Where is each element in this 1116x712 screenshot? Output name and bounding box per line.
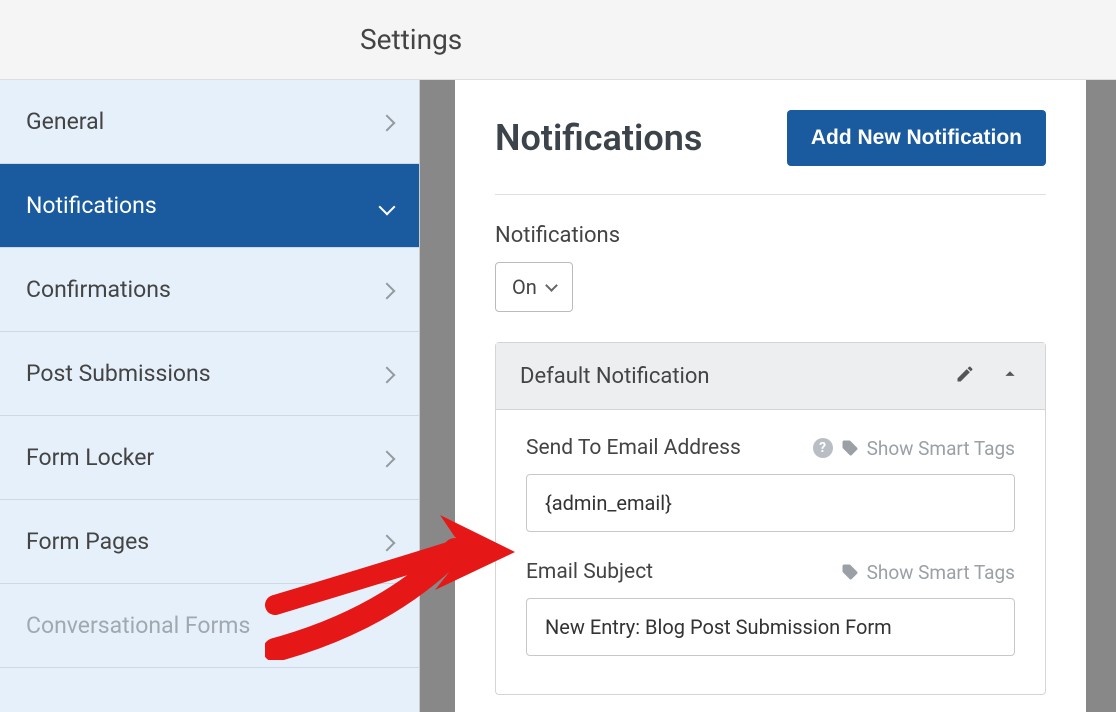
add-new-notification-button[interactable]: Add New Notification xyxy=(787,110,1046,166)
sidebar-item-label: Conversational Forms xyxy=(26,612,250,639)
sidebar-item-form-pages[interactable]: Form Pages xyxy=(0,500,419,584)
chevron-down-icon xyxy=(545,279,558,292)
card-actions xyxy=(955,363,1021,389)
notification-card-body: Send To Email Address ? Show Smart Tags … xyxy=(496,410,1045,694)
sidebar-item-label: Form Pages xyxy=(26,528,149,555)
content-gutter-left xyxy=(420,80,455,712)
subject-smart-tags[interactable]: Show Smart Tags xyxy=(841,561,1015,584)
sidebar-item-form-locker[interactable]: Form Locker xyxy=(0,416,419,500)
send-to-label: Send To Email Address xyxy=(526,436,741,460)
top-bar-title: Settings xyxy=(360,23,462,56)
field-label-row: Email Subject Show Smart Tags xyxy=(526,560,1015,584)
email-subject-field: Email Subject Show Smart Tags xyxy=(526,560,1015,656)
smart-tags-label: Show Smart Tags xyxy=(867,437,1015,460)
top-bar: Settings xyxy=(0,0,1116,80)
edit-icon[interactable] xyxy=(955,364,975,388)
email-subject-input[interactable] xyxy=(526,598,1015,656)
tag-icon xyxy=(841,563,859,581)
toggle-value: On xyxy=(512,275,537,299)
sidebar-item-conversational-forms[interactable]: Conversational Forms xyxy=(0,584,419,668)
sidebar-item-label: Post Submissions xyxy=(26,360,211,387)
field-label-row: Send To Email Address ? Show Smart Tags xyxy=(526,436,1015,460)
collapse-icon[interactable] xyxy=(999,363,1021,389)
chevron-down-icon xyxy=(381,192,393,219)
content-area: Notifications Add New Notification Notif… xyxy=(455,80,1086,712)
chevron-right-icon xyxy=(381,360,393,387)
sidebar-item-confirmations[interactable]: Confirmations xyxy=(0,248,419,332)
sidebar-item-label: Notifications xyxy=(26,192,157,219)
chevron-right-icon xyxy=(381,444,393,471)
send-to-field: Send To Email Address ? Show Smart Tags xyxy=(526,436,1015,532)
sidebar-item-notifications[interactable]: Notifications xyxy=(0,164,419,248)
page-header: Notifications Add New Notification xyxy=(495,110,1046,195)
chevron-right-icon xyxy=(381,528,393,555)
sidebar-item-label: Confirmations xyxy=(26,276,171,303)
help-icon[interactable]: ? xyxy=(813,438,833,458)
notification-card-header: Default Notification xyxy=(496,343,1045,410)
notifications-toggle-label: Notifications xyxy=(495,223,1046,248)
email-subject-label: Email Subject xyxy=(526,560,653,584)
sidebar-item-label: Form Locker xyxy=(26,444,154,471)
smart-tags-label: Show Smart Tags xyxy=(867,561,1015,584)
settings-sidebar: General Notifications Confirmations Post… xyxy=(0,80,420,712)
tag-icon xyxy=(841,439,859,457)
notification-card: Default Notification Send To Email Addre… xyxy=(495,342,1046,695)
notifications-toggle[interactable]: On xyxy=(495,262,573,312)
chevron-right-icon xyxy=(381,276,393,303)
notification-card-title: Default Notification xyxy=(520,364,710,389)
chevron-right-icon xyxy=(381,108,393,135)
sidebar-item-general[interactable]: General xyxy=(0,80,419,164)
sidebar-item-post-submissions[interactable]: Post Submissions xyxy=(0,332,419,416)
page-title: Notifications xyxy=(495,117,702,159)
send-to-smart-tags[interactable]: ? Show Smart Tags xyxy=(813,437,1015,460)
content-gutter-right xyxy=(1086,80,1116,712)
send-to-input[interactable] xyxy=(526,474,1015,532)
main-wrap: General Notifications Confirmations Post… xyxy=(0,80,1116,712)
sidebar-item-label: General xyxy=(26,108,104,135)
